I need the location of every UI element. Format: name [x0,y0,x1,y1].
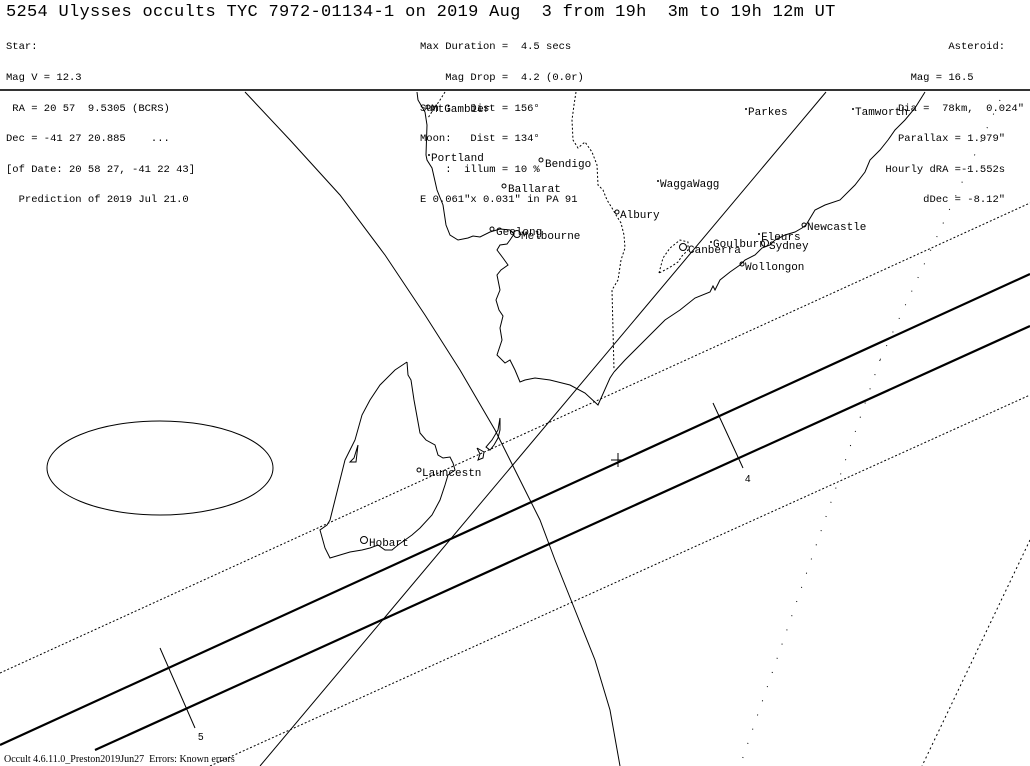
sigma-limit-line-lower [739,359,881,766]
svg-text:Canberra: Canberra [688,245,741,257]
time-tick-5 [159,647,196,729]
coastline-victoria [416,91,615,406]
city-ballarat: Ballarat [501,183,561,196]
occultation-map: 4 5 MtGambier Portland Bendigo Ballarat … [0,89,1030,766]
svg-text:Ballarat: Ballarat [508,184,561,196]
city-mtgambier: MtGambier [425,104,490,116]
error-limit-south-segment [209,394,1030,766]
svg-text:Sydney: Sydney [769,241,809,253]
software-footer: Occult 4.6.11.0_Preston2019Jun27 Errors:… [4,754,235,765]
city-melbourne: Melbourne [513,230,580,243]
svg-text:Parkes: Parkes [748,107,788,119]
city-parkes: Parkes [745,107,788,119]
city-newcastle: Newcastle [801,222,866,234]
svg-text:MtGambier: MtGambier [431,104,490,116]
svg-text:Newcastle: Newcastle [807,222,866,234]
svg-text:Albury: Albury [620,210,660,222]
svg-text:WaggaWagg: WaggaWagg [660,179,719,191]
city-launcestn: Launcestn [416,467,481,480]
error-limit-north [0,202,1030,674]
error-ellipse-shape [46,420,274,516]
city-tamworth: Tamworth [852,107,908,119]
error-limit-corner [921,539,1030,766]
flinders-island [485,417,501,451]
act-border [658,239,689,274]
city-hobart: Hobart [360,536,409,550]
svg-text:Bendigo: Bendigo [545,159,591,171]
path-edge-north [0,272,1030,747]
time-tick-label-5: 5 [198,732,204,743]
svg-text:Portland: Portland [431,153,484,165]
city-portland: Portland [428,153,484,165]
city-waggawagg: WaggaWagg [657,179,719,191]
city-bendigo: Bendigo [538,157,591,171]
svg-text:Wollongon: Wollongon [745,262,804,274]
svg-text:Hobart: Hobart [369,538,409,550]
svg-text:Tamworth: Tamworth [855,107,908,119]
city-albury: Albury [614,209,660,222]
svg-text:Launcestn: Launcestn [422,468,481,480]
city-canberra: Canberra [679,243,741,257]
time-tick-label-4: 4 [745,474,751,485]
sigma-limit-line [879,99,1001,361]
city-sydney: Sydney [761,239,809,253]
coastline-tasmania [319,361,456,559]
path-edge-south [94,324,1030,752]
svg-text:Melbourne: Melbourne [521,231,580,243]
city-wollongon: Wollongon [739,261,804,274]
